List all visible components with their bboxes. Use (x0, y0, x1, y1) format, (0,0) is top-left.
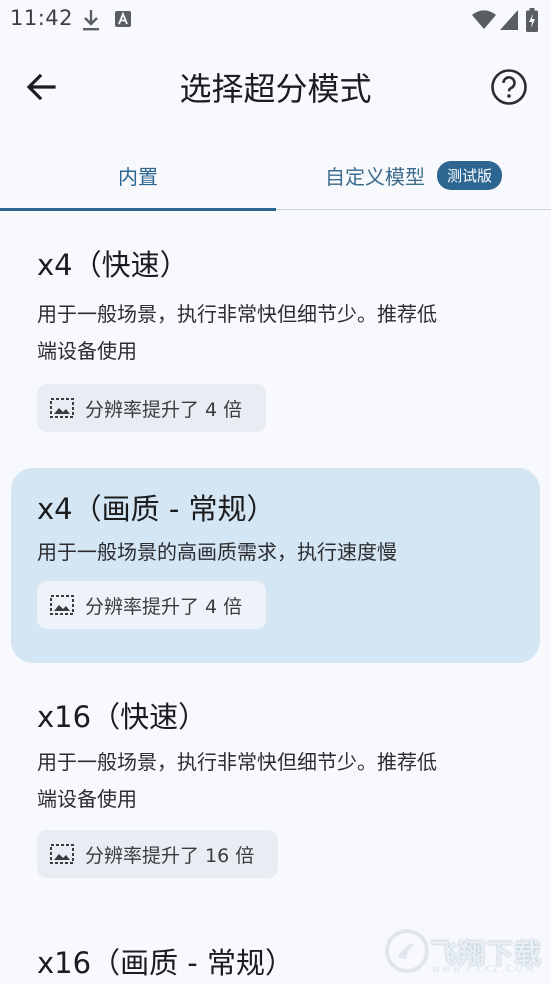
tab-custom-label: 自定义模型 (324, 164, 425, 189)
mode-card-x4-quality[interactable]: x4（画质 - 常规） 用于一般场景的高画质需求，执行速度慢 分辨率提升了 4 … (11, 468, 540, 663)
notification-a-icon (114, 10, 132, 32)
mode-title: x4（快速） (37, 248, 189, 282)
mode-card-x16-fast[interactable]: x16（快速） 用于一般场景，执行非常快但细节少。推荐低 端设备使用 分辨率提升… (11, 692, 540, 892)
beta-badge: 测试版 (436, 160, 502, 190)
tab-builtin[interactable]: 内置 (0, 140, 276, 211)
status-time: 11:42 (10, 6, 74, 30)
image-frame-icon (50, 595, 74, 615)
mode-description-line: 用于一般场景的高画质需求，执行速度慢 (37, 540, 397, 564)
mode-card-x4-fast[interactable]: x4（快速） 用于一般场景，执行非常快但细节少。推荐低 端设备使用 分辨率提升了… (11, 238, 540, 438)
battery-icon (526, 8, 538, 36)
watermark-url: www.FXXZ.COM (432, 964, 536, 975)
help-button[interactable] (486, 64, 532, 110)
tab-indicator (0, 208, 276, 211)
image-frame-icon (50, 844, 74, 864)
wifi-icon (472, 10, 496, 34)
resolution-chip: 分辨率提升了 4 倍 (37, 581, 267, 629)
tab-custom-model[interactable]: 自定义模型 测试版 (276, 140, 551, 210)
resolution-chip-text: 分辨率提升了 4 倍 (85, 595, 243, 618)
mode-description-line: 端设备使用 (37, 339, 137, 363)
mode-title: x16（快速） (37, 700, 208, 734)
tab-builtin-label: 内置 (118, 164, 158, 189)
image-frame-icon (50, 398, 74, 418)
status-bar: 11:42 (0, 0, 551, 40)
resolution-chip: 分辨率提升了 16 倍 (37, 830, 279, 878)
mode-description: 用于一般场景，执行非常快但细节少。推荐低 端设备使用 (37, 296, 514, 370)
mode-description-line: 用于一般场景，执行非常快但细节少。推荐低 (37, 302, 437, 326)
download-icon (80, 8, 102, 36)
page-title: 选择超分模式 (179, 70, 372, 108)
resolution-chip-text: 分辨率提升了 4 倍 (85, 398, 243, 421)
watermark-logo: 飞翔下载 www.FXXZ.COM (384, 922, 544, 980)
resolution-chip-text: 分辨率提升了 16 倍 (85, 844, 255, 867)
mode-tabs: 内置 自定义模型 测试版 (0, 140, 551, 211)
resolution-chip: 分辨率提升了 4 倍 (37, 384, 267, 432)
logo-icon (385, 929, 429, 973)
mode-description: 用于一般场景，执行非常快但细节少。推荐低 端设备使用 (37, 744, 514, 818)
mode-title: x4（画质 - 常规） (37, 492, 276, 526)
screen: 11:42 选择超分模式 内置 自定义模型 测试版 x4（快速） 用于一般场景，… (0, 0, 551, 984)
mode-description-line: 端设备使用 (37, 787, 137, 811)
help-circle-icon (491, 69, 527, 105)
cell-signal-icon (500, 10, 518, 34)
mode-description: 用于一般场景的高画质需求，执行速度慢 (37, 534, 514, 571)
mode-description-line: 用于一般场景，执行非常快但细节少。推荐低 (37, 750, 437, 774)
app-bar: 选择超分模式 (0, 40, 551, 132)
